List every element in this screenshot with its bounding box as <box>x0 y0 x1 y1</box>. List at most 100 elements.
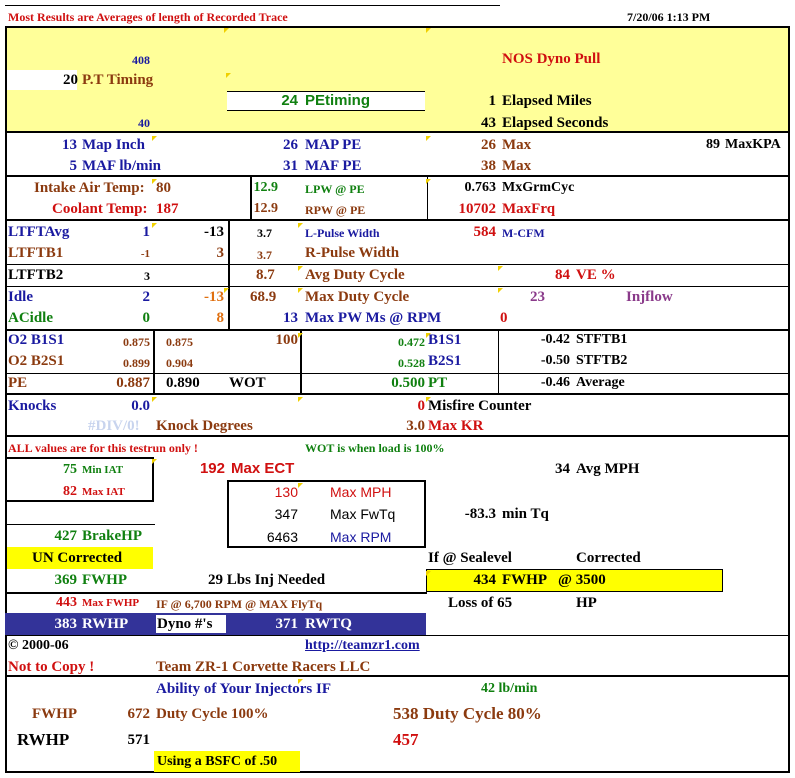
max-fwhp-value: 443 <box>56 595 77 610</box>
max-rpm-value: 6463 <box>266 529 298 545</box>
avg-duty-value: 8.7 <box>256 267 275 283</box>
comment-marker-icon <box>298 288 303 293</box>
injector-panel <box>5 677 790 773</box>
trace-note: Most Results are Averages of length of R… <box>8 10 288 24</box>
min-tq-value: -83.3 <box>464 506 496 522</box>
knock-degrees-label: Knock Degrees <box>156 418 253 434</box>
idle-label: Idle <box>8 289 34 305</box>
trims-rule-1 <box>5 264 790 265</box>
o2-divider-2 <box>300 331 302 395</box>
comment-marker-icon <box>152 397 157 402</box>
pt-timing-label: P.T Timing <box>82 72 154 88</box>
average-label: Average <box>576 375 625 390</box>
o2-b2s1-a: 0.899 <box>123 356 150 370</box>
max-iat-label: Max IAT <box>82 486 125 498</box>
teamzr1-link[interactable]: http://teamzr1.com <box>305 639 420 653</box>
petiming-label: PEtiming <box>305 92 371 109</box>
ltftavg-a: 1 <box>142 224 151 240</box>
brakehp-rule <box>5 524 155 525</box>
maf-pe-label: MAF PE <box>305 158 362 174</box>
comment-marker-icon <box>224 288 229 293</box>
comment-marker-icon <box>298 483 303 488</box>
avg-mph-value: 34 <box>555 461 570 477</box>
max-fwhp-rule <box>5 592 427 594</box>
map-max-value: 26 <box>481 137 496 153</box>
mcfm-label: M-CFM <box>502 226 545 240</box>
comment-marker-icon <box>152 223 157 228</box>
ltftavg-label: LTFTAvg <box>8 224 70 240</box>
max-fwtq-label: Max FwTq <box>330 506 396 522</box>
max-pw-label: Max PW Ms @ RPM <box>305 310 442 326</box>
rwtq-label: RWTQ <box>305 616 352 632</box>
loss-unit: HP <box>576 595 597 611</box>
maxkpa-value: 89 <box>706 137 720 152</box>
iat-value: 80 <box>156 180 171 196</box>
pe-label: PE <box>8 375 28 391</box>
loss-label: Loss of 65 <box>448 595 513 611</box>
comment-marker-icon <box>426 28 431 33</box>
map-inch-label: Map Inch <box>82 137 145 153</box>
iat-box <box>5 457 154 502</box>
elapsed-seconds-label: Elapsed Seconds <box>502 115 609 131</box>
o2-b1s1-a: 0.875 <box>123 335 150 349</box>
wot-value: 0.890 <box>166 375 200 391</box>
max-ect-label: Max ECT <box>231 460 295 477</box>
comment-marker-icon <box>224 28 229 33</box>
comment-marker-icon <box>426 179 431 184</box>
max-rpm-label: Max RPM <box>330 529 392 545</box>
value-408: 408 <box>132 53 150 67</box>
pe-value: 0.887 <box>116 375 150 391</box>
max-kr-value: 3.0 <box>406 418 425 434</box>
coolant-label: Coolant Temp: <box>52 201 148 217</box>
wot-note: WOT is when load is 100% <box>305 441 445 455</box>
o2-b1s1-c: 100 <box>275 332 299 348</box>
rwhp-duty100-value: 571 <box>127 732 151 748</box>
mxgrmcyc-label: MxGrmCyc <box>502 180 575 195</box>
max-duty-label: Max Duty Cycle <box>305 289 410 305</box>
o2-divider-3 <box>498 331 499 395</box>
ltftb2-label: LTFTB2 <box>8 267 64 283</box>
mcfm-value: 584 <box>473 224 497 240</box>
rwhp-footer-label: RWHP <box>17 730 70 749</box>
max-ect-value: 192 <box>199 460 225 477</box>
dyno-label: Dyno #'s <box>157 616 213 632</box>
o2-divider-1 <box>153 331 155 395</box>
trims-rule-2 <box>5 286 790 287</box>
comment-marker-icon <box>152 459 157 464</box>
max-pw-rpm: 0 <box>500 310 508 326</box>
rwhp-label: RWHP <box>82 616 129 632</box>
trims-divider <box>228 221 230 331</box>
avg-duty-label: Avg Duty Cycle <box>305 267 405 283</box>
injflow-value: 23 <box>530 289 545 305</box>
duty100-label: Duty Cycle 100% <box>156 706 269 722</box>
comment-marker-icon <box>298 679 303 684</box>
average-value: -0.46 <box>540 375 570 390</box>
map-pe-label: MAP PE <box>305 137 362 153</box>
uncorrected-label: UN Corrected <box>32 550 123 566</box>
duty80-label: 538 Duty Cycle 80% <box>393 704 542 723</box>
max-iat-value: 82 <box>63 484 77 499</box>
fwhp-label: FWHP <box>82 572 127 588</box>
rwtq-value: 371 <box>275 616 299 632</box>
maf-max-label: Max <box>502 158 532 174</box>
maxkpa-label: MaxKPA <box>725 137 781 152</box>
wot-label: WOT <box>229 375 266 391</box>
corrected-label: Corrected <box>576 550 641 566</box>
stftb2-label: STFTB2 <box>576 353 628 368</box>
company-name: Team ZR-1 Corvette Racers LLC <box>156 659 371 675</box>
coolant-value: 187 <box>156 201 179 217</box>
o2-b1s1-b: 0.875 <box>166 335 193 349</box>
idle-a: 2 <box>142 289 151 305</box>
comment-marker-icon <box>426 333 431 338</box>
min-iat-label: Min IAT <box>82 464 124 476</box>
stftb1-value: -0.42 <box>540 332 570 347</box>
top-rule <box>5 5 500 6</box>
maxfrq-value: 10702 <box>458 201 497 217</box>
max-fwhp-label: Max FWHP <box>82 597 140 609</box>
comment-marker-icon <box>498 288 503 293</box>
min-iat-value: 75 <box>63 462 77 477</box>
stftb1-label: STFTB1 <box>576 332 628 347</box>
b1s1-r-value: 0.472 <box>398 335 425 349</box>
bsfc-note: Using a BSFC of .50 <box>157 754 278 769</box>
knocks-label: Knocks <box>8 398 57 414</box>
